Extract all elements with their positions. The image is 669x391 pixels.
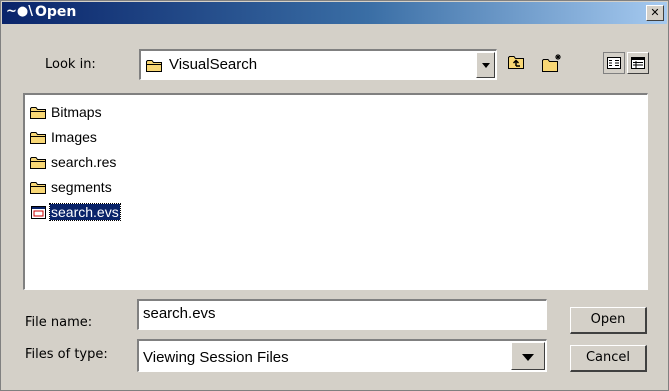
- folder-icon: [146, 60, 162, 72]
- files-of-type-value: Viewing Session Files: [143, 349, 289, 366]
- title-bar[interactable]: ~●\ Open ✕: [2, 2, 667, 24]
- chevron-down-icon: [522, 354, 534, 361]
- look-in-label: Look in:: [45, 57, 96, 72]
- up-one-level-button[interactable]: [506, 52, 528, 74]
- list-view-icon: [607, 57, 621, 69]
- create-new-folder-button[interactable]: [541, 52, 563, 74]
- chevron-down-icon: [481, 63, 490, 68]
- open-button[interactable]: Open: [570, 307, 647, 334]
- file-name-label: File name:: [25, 315, 93, 330]
- app-icon: ~●\: [6, 4, 33, 19]
- folder-icon: [30, 132, 46, 144]
- open-dialog: ~●\ Open ✕ Look in: VisualSearch Bitmaps…: [0, 0, 669, 391]
- files-of-type-dropdown[interactable]: Viewing Session Files: [137, 339, 547, 372]
- file-name-value: search.evs: [143, 305, 216, 322]
- cancel-button[interactable]: Cancel: [570, 345, 647, 372]
- files-of-type-label: Files of type:: [25, 347, 108, 362]
- details-view-icon: [631, 57, 645, 69]
- close-button[interactable]: ✕: [646, 5, 664, 21]
- list-view-button[interactable]: [603, 52, 625, 74]
- up-one-level-icon: [508, 56, 524, 69]
- file-name: Images: [51, 129, 97, 145]
- file-name: search.evs: [49, 203, 121, 221]
- session-file-icon: [31, 206, 46, 219]
- file-list[interactable]: Bitmaps Images search.res segments searc…: [23, 93, 648, 290]
- details-view-button[interactable]: [627, 52, 649, 74]
- file-name: search.res: [51, 154, 117, 170]
- look-in-dropdown[interactable]: VisualSearch: [139, 49, 497, 80]
- create-new-folder-icon: [542, 54, 561, 72]
- dialog-title: Open: [35, 4, 77, 20]
- file-name: segments: [51, 179, 112, 195]
- folder-icon: [30, 182, 46, 194]
- folder-icon: [30, 107, 46, 119]
- folder-icon: [30, 157, 46, 169]
- file-name-input[interactable]: search.evs: [137, 299, 547, 330]
- look-in-dropdown-button[interactable]: [476, 52, 495, 78]
- file-name: Bitmaps: [51, 104, 102, 120]
- files-of-type-dropdown-button[interactable]: [511, 342, 545, 370]
- look-in-value: VisualSearch: [169, 56, 258, 73]
